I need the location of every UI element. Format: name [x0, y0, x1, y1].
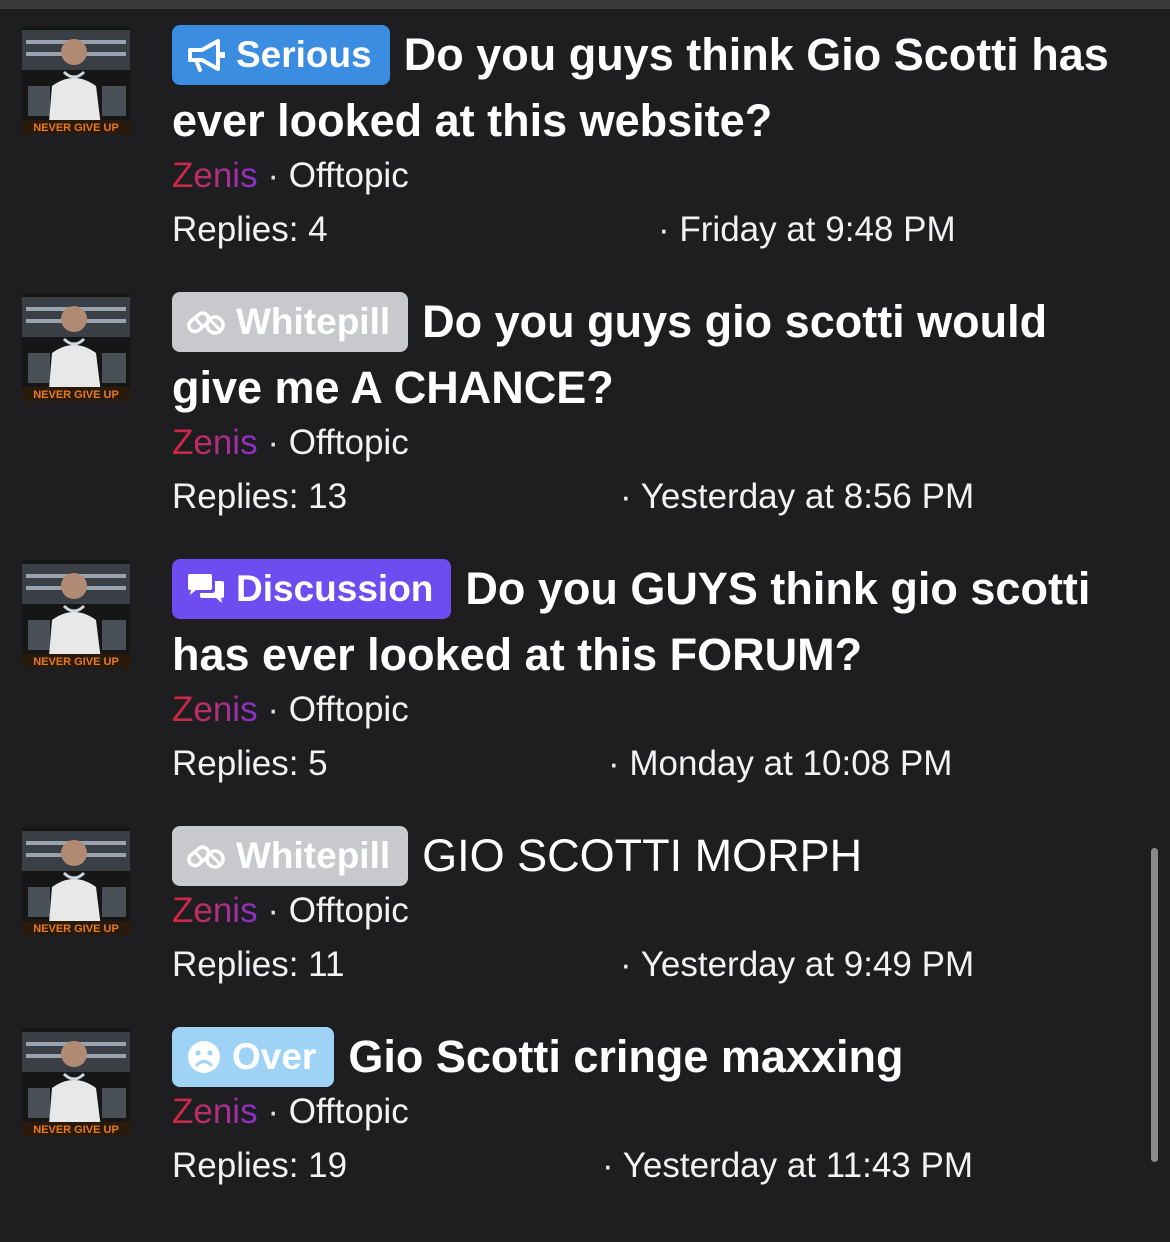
- thread-stats: Replies: 13 · Yesterday at 8:56 PM: [172, 477, 1132, 533]
- thread-title[interactable]: Gio Scotti cringe maxxing: [348, 1031, 903, 1082]
- prefix-label: Whitepill: [236, 301, 391, 342]
- replies-count: Replies: 5: [172, 744, 328, 783]
- thread-meta: Zenis · Offtopic: [172, 1090, 1132, 1134]
- thread-meta: Zenis · Offtopic: [172, 154, 1132, 198]
- last-post-date[interactable]: · Yesterday at 8:56 PM: [620, 477, 974, 517]
- thread-stats: Replies: 19 · Yesterday at 11:43 PM: [172, 1146, 1132, 1202]
- avatar-banner-text: NEVER GIVE UP: [33, 656, 119, 668]
- chat-bubbles-icon: [186, 572, 226, 606]
- meta-separator: ·: [267, 1092, 279, 1131]
- thread-title-line: Whitepill GIO SCOTTI MORPH: [172, 823, 1132, 889]
- user-avatar[interactable]: NEVER GIVE UP: [22, 26, 130, 134]
- thread-stats: Replies: 4 · Friday at 9:48 PM: [172, 210, 1132, 266]
- prefix-label: Discussion: [236, 568, 434, 609]
- thread-title-line: Whitepill Do you guys gio scotti would g…: [172, 289, 1132, 421]
- scrollbar-thumb[interactable]: [1151, 848, 1158, 1162]
- frown-face-icon: [186, 1039, 222, 1075]
- last-post-date[interactable]: · Monday at 10:08 PM: [608, 744, 952, 784]
- prefix-label: Whitepill: [236, 835, 391, 876]
- meta-separator: ·: [267, 423, 279, 462]
- forum-link[interactable]: Offtopic: [289, 690, 409, 729]
- user-avatar[interactable]: NEVER GIVE UP: [22, 293, 130, 401]
- prefix-label: Serious: [236, 34, 372, 75]
- avatar-banner-text: NEVER GIVE UP: [33, 1124, 119, 1136]
- thread-title-line: Discussion Do you GUYS think gio scotti …: [172, 556, 1132, 688]
- thread-title[interactable]: GIO SCOTTI MORPH: [422, 830, 862, 881]
- thread-stats: Replies: 11 · Yesterday at 9:49 PM: [172, 945, 1132, 1001]
- replies-count: Replies: 4: [172, 210, 328, 249]
- avatar-banner-text: NEVER GIVE UP: [33, 389, 119, 401]
- pills-icon: [186, 839, 226, 873]
- author-link[interactable]: Zenis: [172, 423, 258, 462]
- replies-count: Replies: 19: [172, 1146, 348, 1185]
- thread-title-line: Over Gio Scotti cringe maxxing: [172, 1024, 1132, 1090]
- avatar-banner-text: NEVER GIVE UP: [33, 923, 119, 935]
- thread-meta: Zenis · Offtopic: [172, 889, 1132, 933]
- user-avatar[interactable]: NEVER GIVE UP: [22, 560, 130, 668]
- author-link[interactable]: Zenis: [172, 156, 258, 195]
- user-avatar[interactable]: NEVER GIVE UP: [22, 827, 130, 935]
- forum-link[interactable]: Offtopic: [289, 891, 409, 930]
- prefix-badge-over[interactable]: Over: [172, 1027, 335, 1087]
- replies-count: Replies: 11: [172, 945, 345, 984]
- last-post-date[interactable]: · Yesterday at 11:43 PM: [602, 1146, 973, 1186]
- prefix-badge-discussion[interactable]: Discussion: [172, 559, 452, 619]
- last-post-date[interactable]: · Friday at 9:48 PM: [658, 210, 956, 250]
- pills-icon: [186, 305, 226, 339]
- thread-stats: Replies: 5 · Monday at 10:08 PM: [172, 744, 1132, 800]
- top-edge-bar: [0, 0, 1170, 9]
- author-link[interactable]: Zenis: [172, 891, 258, 930]
- thread-title-line: Serious Do you guys think Gio Scotti has…: [172, 22, 1132, 154]
- thread-meta: Zenis · Offtopic: [172, 688, 1132, 732]
- forum-link[interactable]: Offtopic: [289, 1092, 409, 1131]
- user-avatar[interactable]: NEVER GIVE UP: [22, 1028, 130, 1136]
- author-link[interactable]: Zenis: [172, 690, 258, 729]
- forum-link[interactable]: Offtopic: [289, 156, 409, 195]
- replies-count: Replies: 13: [172, 477, 348, 516]
- prefix-label: Over: [232, 1036, 317, 1077]
- prefix-badge-serious[interactable]: Serious: [172, 25, 390, 85]
- prefix-badge-whitepill[interactable]: Whitepill: [172, 292, 409, 352]
- megaphone-icon: [186, 38, 226, 72]
- meta-separator: ·: [267, 156, 279, 195]
- author-link[interactable]: Zenis: [172, 1092, 258, 1131]
- thread-meta: Zenis · Offtopic: [172, 421, 1132, 465]
- last-post-date[interactable]: · Yesterday at 9:49 PM: [620, 945, 974, 985]
- avatar-banner-text: NEVER GIVE UP: [33, 122, 119, 134]
- meta-separator: ·: [267, 891, 279, 930]
- prefix-badge-whitepill[interactable]: Whitepill: [172, 826, 409, 886]
- forum-link[interactable]: Offtopic: [289, 423, 409, 462]
- meta-separator: ·: [267, 690, 279, 729]
